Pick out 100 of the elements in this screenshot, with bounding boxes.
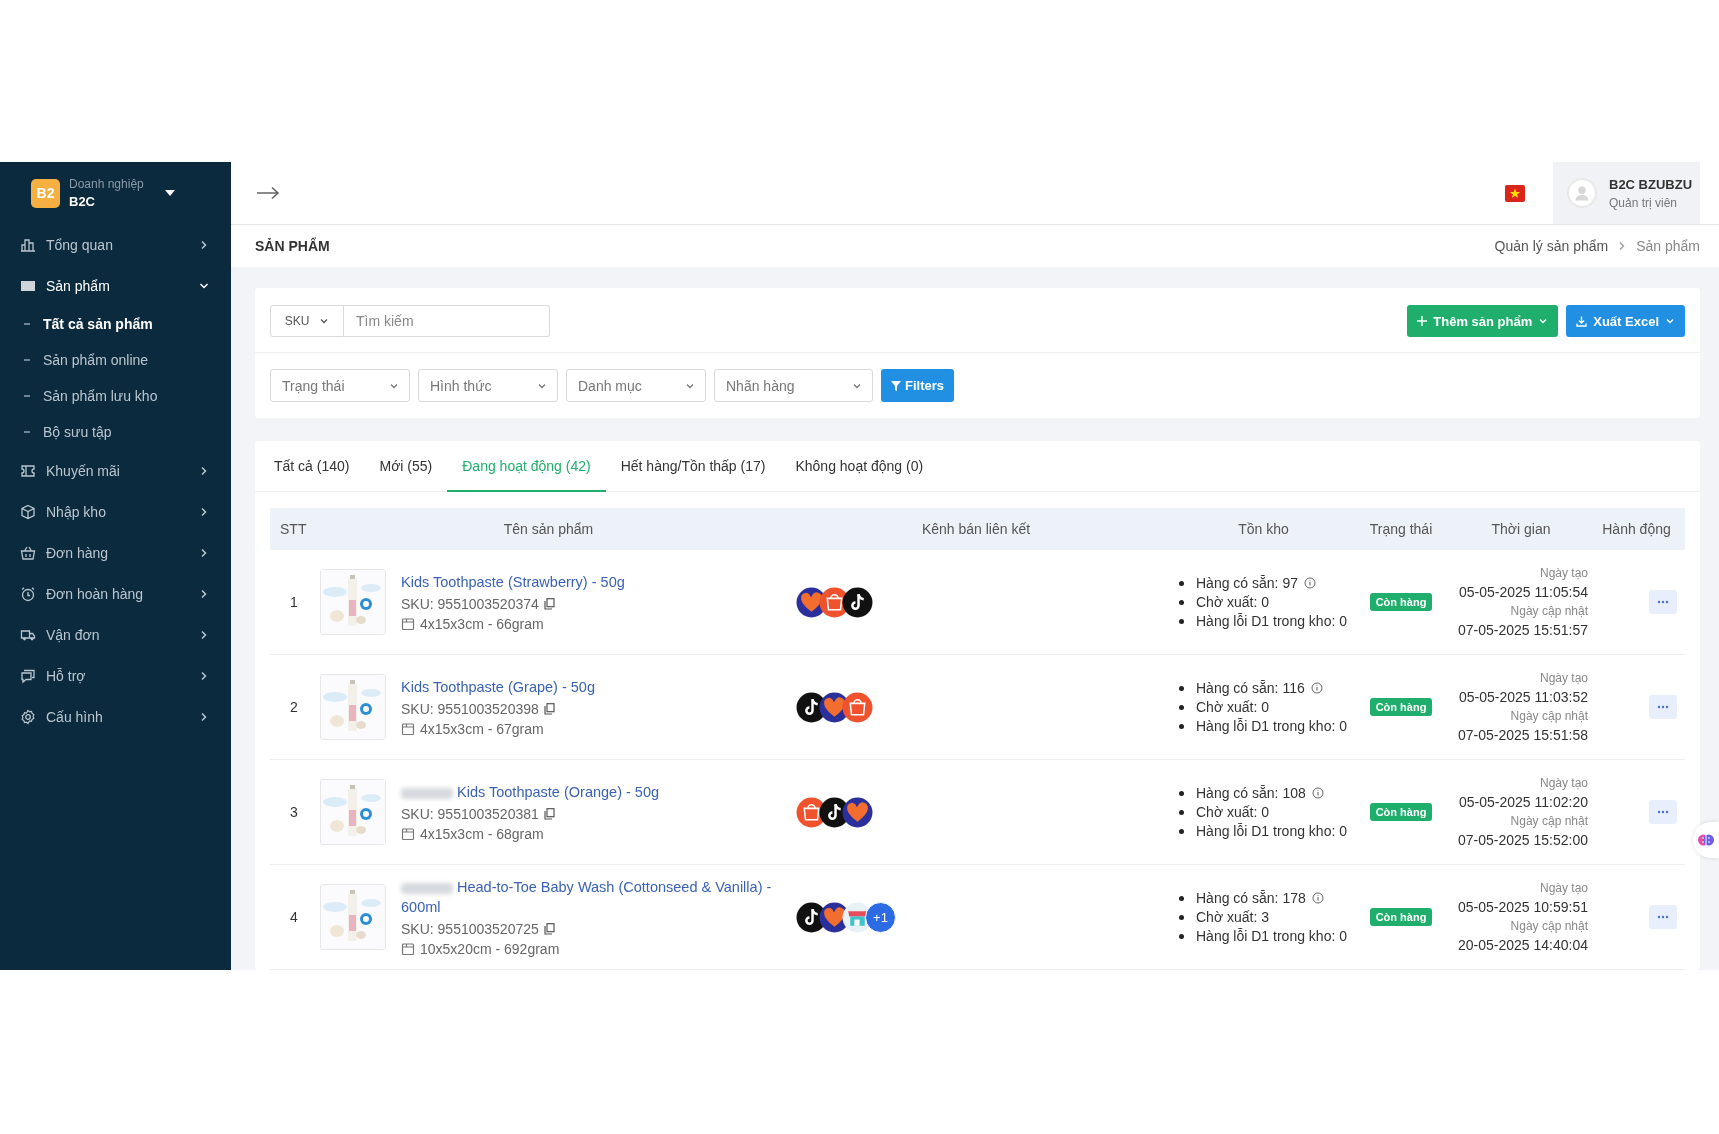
tab[interactable]: Mới (55) (364, 441, 448, 492)
page-title: SẢN PHẨM (255, 238, 330, 254)
updated-time: 07-05-2025 15:51:57 (1458, 622, 1588, 638)
tab[interactable]: Không hoạt động (0) (780, 441, 939, 492)
stock-text: Chờ xuất: 3 (1196, 909, 1269, 925)
stock-text: Hàng có sẵn: 116 (1196, 680, 1305, 696)
alarm-icon (20, 585, 36, 602)
created-time: 05-05-2025 10:59:51 (1458, 899, 1588, 915)
tab[interactable]: Hết hàng/Tồn thấp (17) (605, 441, 781, 492)
sku-text: SKU: 9551003520398 (401, 701, 539, 717)
updated-time: 20-05-2025 14:40:04 (1458, 937, 1588, 953)
dropdown-icon[interactable] (164, 190, 175, 196)
status-badge: Còn hàng (1369, 803, 1433, 821)
row-number: 1 (290, 594, 298, 610)
flag-icon[interactable] (1505, 184, 1525, 202)
size-weight-text: 10x5x20cm - 692gram (420, 941, 560, 957)
time-label: Ngày tạo (1539, 776, 1588, 790)
basket-icon (20, 544, 36, 561)
filter-icon (891, 380, 901, 391)
status-badge: Còn hàng (1369, 698, 1433, 716)
time-label: Ngày cập nhật (1510, 814, 1588, 828)
search-field[interactable]: Tìm kiếm (344, 305, 550, 337)
sidebar-item[interactable]: Hỗ trợ (0, 655, 231, 696)
product-name-link[interactable]: Kids Toothpaste (Orange) - 50g (401, 782, 660, 802)
size-weight-text: 4x15x3cm - 67gram (420, 721, 544, 737)
package-icon (401, 942, 415, 956)
chevron-icon (199, 465, 209, 476)
sidebar-subitem[interactable]: Bộ sưu tập (0, 414, 231, 450)
time-label: Ngày tạo (1539, 671, 1588, 685)
chevron-icon (199, 547, 209, 558)
copy-icon[interactable] (543, 808, 555, 820)
filter-select[interactable]: Danh mục (566, 369, 706, 402)
sidebar-item[interactable]: Nhập kho (0, 491, 231, 532)
caret-icon (1538, 316, 1549, 326)
stock-text: Hàng lỗi D1 trong kho: 0 (1196, 823, 1347, 839)
bullet-icon (1179, 914, 1184, 920)
info-icon[interactable] (1310, 682, 1323, 694)
more-icon (1657, 915, 1669, 919)
bullet-icon (1179, 828, 1184, 834)
column-header: Hành động (1601, 521, 1672, 537)
sidebar-item[interactable]: Sản phẩm (0, 265, 231, 306)
status-badge: Còn hàng (1369, 593, 1433, 611)
updated-time: 07-05-2025 15:51:58 (1458, 727, 1588, 743)
column-header: Trạng thái (1368, 521, 1434, 537)
redacted-text (401, 882, 453, 894)
column-header: Kênh bán liên kết (920, 521, 1032, 537)
copy-icon[interactable] (543, 598, 555, 610)
workspace-label: Doanh nghiệp (69, 177, 144, 191)
chevron-icon (1618, 241, 1627, 251)
sidebar-item[interactable]: Đơn hoàn hàng (0, 573, 231, 614)
filter-select[interactable]: Trạng thái (270, 369, 410, 402)
column-header: Tồn kho (1237, 521, 1290, 537)
created-time: 05-05-2025 11:02:20 (1459, 794, 1588, 810)
download-icon (1576, 315, 1588, 327)
sidebar-item[interactable]: Tổng quan (0, 224, 231, 265)
product-name-link[interactable]: Kids Toothpaste (Grape) - 50g (401, 677, 595, 697)
avatar-icon (1567, 178, 1597, 208)
sku-text: SKU: 9551003520374 (401, 596, 539, 612)
column-header: Tên sản phẩm (502, 521, 595, 537)
tab[interactable]: Tất cả (140) (259, 441, 365, 492)
search-type-select[interactable]: SKU (270, 305, 344, 337)
info-icon[interactable] (1303, 577, 1316, 589)
row-number: 3 (290, 804, 298, 820)
chevron-icon (199, 670, 209, 681)
user-role: Quản trị viên (1609, 195, 1679, 210)
row-number: 4 (290, 909, 298, 925)
bullet-icon (1179, 809, 1184, 815)
arrow-right-icon[interactable] (256, 186, 280, 200)
copy-icon[interactable] (543, 703, 555, 715)
sidebar-subitem[interactable]: Tất cả sản phẩm (0, 306, 231, 342)
sidebar-subitem[interactable]: Sản phẩm online (0, 342, 231, 378)
bullet-icon (1179, 704, 1184, 710)
filter-select[interactable]: Nhãn hàng (714, 369, 873, 402)
chevron-icon (199, 588, 209, 599)
filter-select[interactable]: Hình thức (418, 369, 558, 402)
caret-icon (319, 316, 330, 326)
workspace-badge: B2 (31, 178, 60, 208)
chevron-icon (199, 239, 209, 250)
sidebar-item[interactable]: Khuyến mãi (0, 450, 231, 491)
copy-icon[interactable] (543, 923, 555, 935)
breadcrumb-item: Sản phẩm (1636, 238, 1700, 254)
product-name-link[interactable]: Kids Toothpaste (Strawberry) - 50g (401, 572, 625, 592)
info-icon[interactable] (1311, 892, 1324, 904)
sidebar-subitem[interactable]: Sản phẩm lưu kho (0, 378, 231, 414)
bullet-icon (1179, 933, 1184, 939)
info-icon[interactable] (1311, 787, 1324, 799)
bullet-icon (1179, 685, 1184, 691)
chat-icon (20, 667, 36, 684)
settings-icon (20, 708, 36, 725)
caret-icon (1665, 316, 1675, 326)
plus-icon (1417, 316, 1428, 326)
sidebar-item[interactable]: Đơn hàng (0, 532, 231, 573)
sidebar-item[interactable]: Vận đơn (0, 614, 231, 655)
column-header: STT (279, 521, 308, 537)
bullet-icon (1179, 618, 1184, 624)
stock-text: Hàng lỗi D1 trong kho: 0 (1196, 928, 1347, 944)
more-icon (1657, 705, 1669, 709)
product-name-link[interactable]: Head-to-Toe Baby Wash (Cottonseed & Vanilla) - 600ml (401, 877, 781, 917)
breadcrumb-item[interactable]: Quản lý sản phẩm (1494, 238, 1609, 254)
sidebar-item[interactable]: Cấu hình (0, 696, 231, 737)
